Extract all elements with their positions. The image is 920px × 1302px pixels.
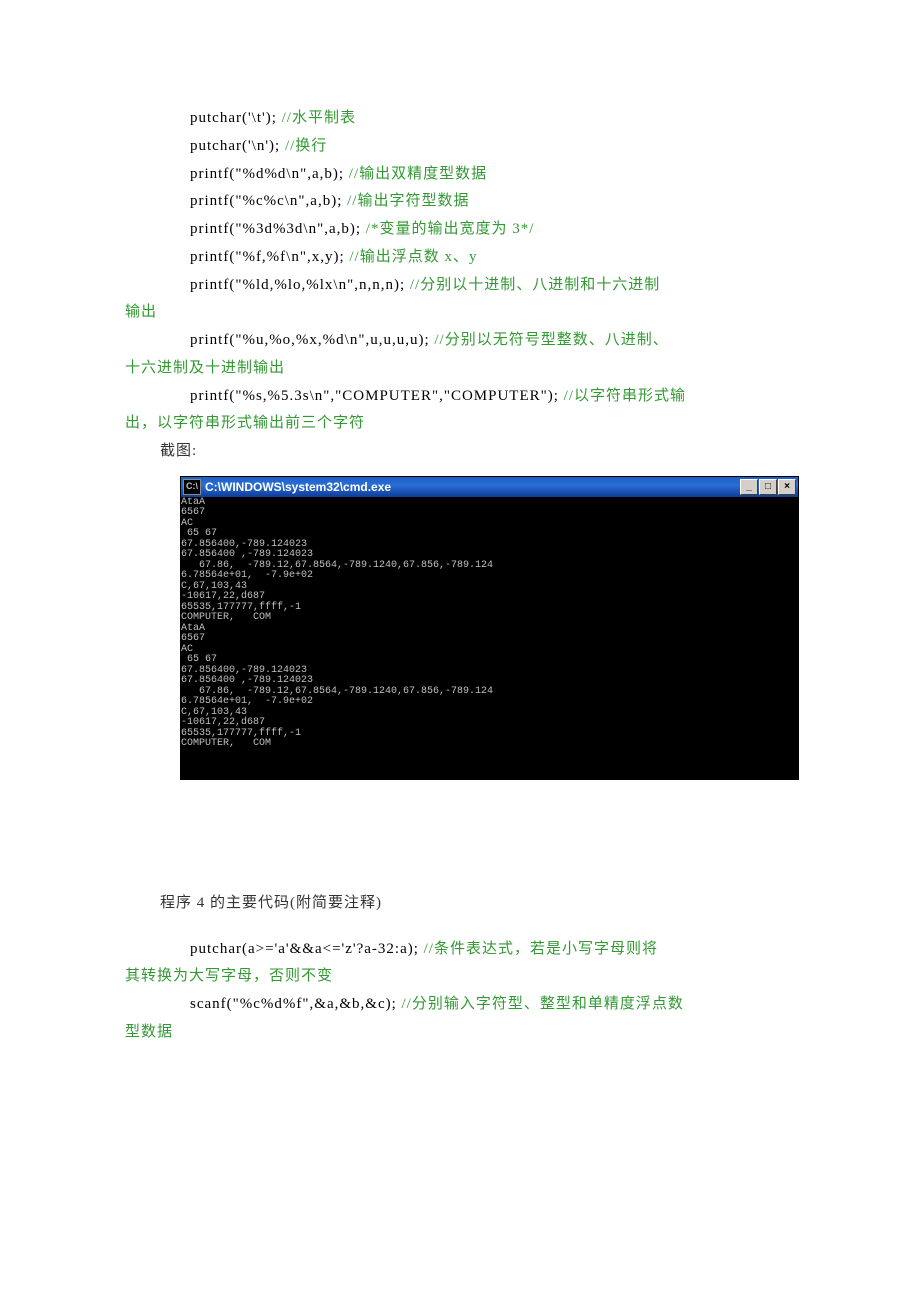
code-line: 十六进制及十进制输出 (125, 355, 795, 383)
code-text: printf("%3d%3d\n",a,b); (190, 221, 366, 237)
maximize-button[interactable]: □ (759, 479, 777, 495)
comment-text: 十六进制及十进制输出 (125, 360, 285, 376)
code-line: printf("%u,%o,%x,%d\n",u,u,u,u); //分别以无符… (125, 327, 795, 355)
window-controls: _ □ × (740, 479, 796, 495)
comment-text: 型数据 (125, 1024, 173, 1040)
code-block-2: putchar(a>='a'&&a<='z'?a-32:a); //条件表达式，… (125, 936, 795, 1047)
terminal-output: AtaA 6567 AC 65 67 67.856400,-789.124023… (181, 497, 798, 779)
code-line: putchar('\n'); //换行 (125, 133, 795, 161)
code-block-1: putchar('\t'); //水平制表 putchar('\n'); //换… (125, 105, 795, 438)
comment-text: 其转换为大写字母，否则不变 (125, 968, 333, 984)
code-line: putchar('\t'); //水平制表 (125, 105, 795, 133)
code-line: 出，以字符串形式输出前三个字符 (125, 410, 795, 438)
code-line: 输出 (125, 299, 795, 327)
code-text: printf("%d%d\n",a,b); (190, 166, 349, 182)
comment-text: 出，以字符串形式输出前三个字符 (125, 415, 365, 431)
code-line: 型数据 (125, 1019, 795, 1047)
titlebar: C:\ C:\WINDOWS\system32\cmd.exe _ □ × (181, 477, 798, 497)
terminal-screenshot: C:\ C:\WINDOWS\system32\cmd.exe _ □ × At… (180, 476, 795, 780)
code-line: putchar(a>='a'&&a<='z'?a-32:a); //条件表达式，… (125, 936, 795, 964)
comment-text: //输出双精度型数据 (349, 166, 487, 182)
spacer (125, 810, 795, 890)
code-text: putchar('\t'); (190, 110, 282, 126)
comment-text: //条件表达式，若是小写字母则将 (424, 941, 658, 957)
comment-text: //以字符串形式输 (564, 388, 686, 404)
code-line: printf("%d%d\n",a,b); //输出双精度型数据 (125, 161, 795, 189)
terminal-window: C:\ C:\WINDOWS\system32\cmd.exe _ □ × At… (180, 476, 799, 780)
comment-text: //输出浮点数 x、y (349, 249, 477, 265)
code-text: putchar(a>='a'&&a<='z'?a-32:a); (190, 941, 424, 957)
cmd-icon: C:\ (183, 479, 201, 495)
code-line: printf("%s,%5.3s\n","COMPUTER","COMPUTER… (125, 383, 795, 411)
code-text: printf("%u,%o,%x,%d\n",u,u,u,u); (190, 332, 434, 348)
close-button[interactable]: × (778, 479, 796, 495)
code-text: printf("%ld,%lo,%lx\n",n,n,n); (190, 277, 410, 293)
code-line: printf("%c%c\n",a,b); //输出字符型数据 (125, 188, 795, 216)
code-line: 其转换为大写字母，否则不变 (125, 963, 795, 991)
code-text: printf("%s,%5.3s\n","COMPUTER","COMPUTER… (190, 388, 564, 404)
code-line: printf("%ld,%lo,%lx\n",n,n,n); //分别以十进制、… (125, 272, 795, 300)
comment-text: 输出 (125, 304, 157, 320)
code-text: printf("%c%c\n",a,b); (190, 193, 347, 209)
code-text: scanf("%c%d%f",&a,&b,&c); (190, 996, 402, 1012)
comment-text: /*变量的输出宽度为 3*/ (366, 221, 535, 237)
comment-text: //水平制表 (282, 110, 356, 126)
comment-text: //分别输入字符型、整型和单精度浮点数 (402, 996, 684, 1012)
section-label: 程序 4 的主要代码(附简要注释) (125, 890, 795, 918)
code-text: putchar('\n'); (190, 138, 285, 154)
code-line: printf("%f,%f\n",x,y); //输出浮点数 x、y (125, 244, 795, 272)
comment-text: //分别以十进制、八进制和十六进制 (410, 277, 660, 293)
document-page: putchar('\t'); //水平制表 putchar('\n'); //换… (0, 0, 920, 1107)
window-title: C:\WINDOWS\system32\cmd.exe (205, 476, 740, 498)
code-line: printf("%3d%3d\n",a,b); /*变量的输出宽度为 3*/ (125, 216, 795, 244)
comment-text: //换行 (285, 138, 327, 154)
comment-text: //分别以无符号型整数、八进制、 (434, 332, 668, 348)
code-line: scanf("%c%d%f",&a,&b,&c); //分别输入字符型、整型和单… (125, 991, 795, 1019)
minimize-button[interactable]: _ (740, 479, 758, 495)
comment-text: //输出字符型数据 (347, 193, 469, 209)
spacer (125, 918, 795, 936)
screenshot-label: 截图: (125, 438, 795, 466)
code-text: printf("%f,%f\n",x,y); (190, 249, 349, 265)
